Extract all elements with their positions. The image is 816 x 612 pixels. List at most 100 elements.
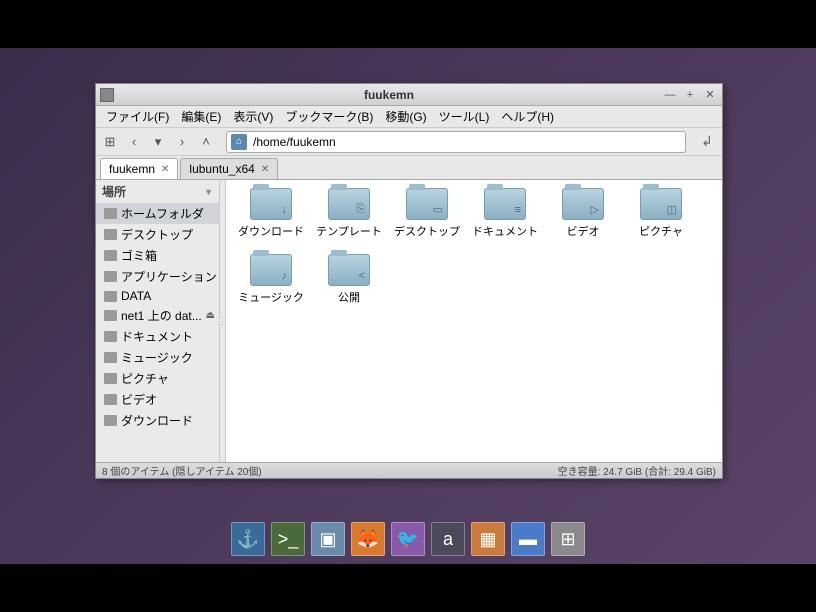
taskbar-abiword-icon[interactable]: a bbox=[431, 522, 465, 556]
folder-0[interactable]: ↓ ダウンロード bbox=[234, 188, 308, 250]
status-left: 8 個のアイテム (隠しアイテム 20個) bbox=[102, 463, 262, 478]
toolbar: ⊞ ‹ ▾ › ˄ ⌂ /home/fuukemn ↲ bbox=[96, 128, 722, 156]
folder-icon bbox=[104, 250, 117, 261]
titlebar[interactable]: fuukemn — + ✕ bbox=[96, 84, 722, 106]
sidebar-places-header[interactable]: 場所 ▼ bbox=[96, 180, 219, 203]
folder-glyph-icon: ≡ bbox=[515, 204, 521, 216]
folder-icon: ▭ bbox=[406, 188, 448, 220]
taskbar-calculator-icon[interactable]: ⊞ bbox=[551, 522, 585, 556]
folder-7[interactable]: < 公開 bbox=[312, 254, 386, 316]
sidebar-item-5[interactable]: net1 上の dat... ⏏ bbox=[96, 305, 219, 326]
sidebar: 場所 ▼ ホームフォルダデスクトップゴミ箱アプリケーション DATA net1 上の… bbox=[96, 180, 220, 462]
folder-glyph-icon: ♪ bbox=[282, 270, 288, 282]
sidebar-item-label: アプリケーション bbox=[121, 268, 217, 285]
sidebar-item-label: ビデオ bbox=[121, 391, 157, 408]
sidebar-item-10[interactable]: ダウンロード bbox=[96, 410, 219, 431]
new-tab-button[interactable]: ⊞ bbox=[100, 132, 120, 152]
menu-file[interactable]: ファイル(F) bbox=[100, 106, 175, 127]
folder-4[interactable]: ▷ビデオ bbox=[546, 188, 620, 250]
folder-glyph-icon: ↓ bbox=[282, 204, 288, 216]
folder-label: ビデオ bbox=[567, 223, 600, 239]
folder-icon bbox=[104, 394, 117, 405]
folder-icon: ♪ bbox=[250, 254, 292, 286]
folder-2[interactable]: ▭ デスクトップ bbox=[390, 188, 464, 250]
eject-icon[interactable]: ⏏ bbox=[206, 310, 215, 321]
taskbar-firefox-icon[interactable]: 🦊 bbox=[351, 522, 385, 556]
folder-icon: ≡ bbox=[484, 188, 526, 220]
tabs-bar: fuukemn ✕ lubuntu_x64 ✕ bbox=[96, 156, 722, 180]
folder-icon bbox=[104, 310, 117, 321]
folder-view[interactable]: ↓ ダウンロード ⎘テンプレート ▭ デスクトップ ≡ドキュメント▷ビデオ◫ピクチャ ♪ ミュ… bbox=[226, 180, 722, 462]
back-button[interactable]: ‹ bbox=[124, 132, 144, 152]
sidebar-item-9[interactable]: ビデオ bbox=[96, 389, 219, 410]
menu-bookmarks[interactable]: ブックマーク(B) bbox=[279, 106, 379, 127]
chevron-down-icon: ▼ bbox=[204, 187, 213, 197]
sidebar-item-2[interactable]: ゴミ箱 bbox=[96, 245, 219, 266]
up-button[interactable]: ˄ bbox=[196, 132, 216, 152]
path-bar[interactable]: ⌂ /home/fuukemn bbox=[226, 131, 686, 153]
tab-label: lubuntu_x64 bbox=[189, 162, 254, 176]
sidebar-item-8[interactable]: ピクチャ bbox=[96, 368, 219, 389]
menu-tools[interactable]: ツール(L) bbox=[433, 106, 496, 127]
sidebar-item-0[interactable]: ホームフォルダ bbox=[96, 203, 219, 224]
folder-icon bbox=[104, 352, 117, 363]
menu-view[interactable]: 表示(V) bbox=[227, 106, 279, 127]
statusbar: 8 個のアイテム (隠しアイテム 20個) 空き容量: 24.7 GiB (合計… bbox=[96, 462, 722, 478]
sidebar-item-1[interactable]: デスクトップ bbox=[96, 224, 219, 245]
taskbar-xterm-icon[interactable]: ▬ bbox=[511, 522, 545, 556]
folder-icon: ◫ bbox=[640, 188, 682, 220]
folder-icon: ↓ bbox=[250, 188, 292, 220]
sidebar-item-4[interactable]: DATA bbox=[96, 287, 219, 305]
sidebar-header-label: 場所 bbox=[102, 183, 126, 200]
go-button[interactable]: ↲ bbox=[696, 131, 718, 153]
sidebar-item-label: ドキュメント bbox=[121, 328, 193, 345]
tab-label: fuukemn bbox=[109, 162, 155, 176]
taskbar: ⚓>_▣🦊🐦a▦▬⊞ bbox=[225, 518, 591, 560]
menu-edit[interactable]: 編集(E) bbox=[175, 106, 227, 127]
sidebar-item-6[interactable]: ドキュメント bbox=[96, 326, 219, 347]
menu-go[interactable]: 移動(G) bbox=[379, 106, 432, 127]
tab-close-icon[interactable]: ✕ bbox=[261, 164, 269, 175]
minimize-button[interactable]: — bbox=[662, 87, 678, 103]
sidebar-item-7[interactable]: ミュージック bbox=[96, 347, 219, 368]
close-button[interactable]: ✕ bbox=[702, 87, 718, 103]
sidebar-item-label: ゴミ箱 bbox=[121, 247, 157, 264]
folder-label: ミュージック bbox=[238, 289, 304, 305]
file-manager-window: fuukemn — + ✕ ファイル(F) 編集(E) 表示(V) ブックマーク… bbox=[95, 83, 723, 479]
folder-label: デスクトップ bbox=[394, 223, 460, 239]
sidebar-item-label: デスクトップ bbox=[121, 226, 193, 243]
folder-glyph-icon: ▭ bbox=[433, 203, 443, 216]
folder-icon bbox=[104, 271, 117, 282]
taskbar-anchor-icon[interactable]: ⚓ bbox=[231, 522, 265, 556]
home-icon: ⌂ bbox=[231, 134, 247, 150]
sidebar-item-label: DATA bbox=[121, 289, 151, 303]
folder-1[interactable]: ⎘テンプレート bbox=[312, 188, 386, 250]
sidebar-item-label: net1 上の dat... bbox=[121, 307, 202, 324]
forward-button[interactable]: › bbox=[172, 132, 192, 152]
folder-6[interactable]: ♪ ミュージック bbox=[234, 254, 308, 316]
folder-icon bbox=[104, 331, 117, 342]
window-icon bbox=[100, 88, 114, 102]
taskbar-terminal-icon[interactable]: >_ bbox=[271, 522, 305, 556]
taskbar-pidgin-icon[interactable]: 🐦 bbox=[391, 522, 425, 556]
folder-3[interactable]: ≡ドキュメント bbox=[468, 188, 542, 250]
tab-close-icon[interactable]: ✕ bbox=[161, 164, 169, 175]
folder-glyph-icon: < bbox=[359, 270, 365, 282]
folder-glyph-icon: ◫ bbox=[667, 203, 677, 216]
taskbar-files-icon[interactable]: ▣ bbox=[311, 522, 345, 556]
history-dropdown[interactable]: ▾ bbox=[148, 132, 168, 152]
folder-label: 公開 bbox=[338, 289, 360, 305]
tab-0[interactable]: fuukemn ✕ bbox=[100, 158, 178, 179]
maximize-button[interactable]: + bbox=[682, 87, 698, 103]
taskbar-gnumeric-icon[interactable]: ▦ bbox=[471, 522, 505, 556]
tab-1[interactable]: lubuntu_x64 ✕ bbox=[180, 158, 278, 179]
sidebar-item-label: ミュージック bbox=[121, 349, 193, 366]
folder-icon bbox=[104, 415, 117, 426]
folder-label: ダウンロード bbox=[238, 223, 304, 239]
menu-help[interactable]: ヘルプ(H) bbox=[495, 106, 560, 127]
folder-icon bbox=[104, 291, 117, 302]
folder-glyph-icon: ⎘ bbox=[356, 203, 365, 216]
sidebar-item-3[interactable]: アプリケーション bbox=[96, 266, 219, 287]
folder-icon bbox=[104, 208, 117, 219]
folder-5[interactable]: ◫ピクチャ bbox=[624, 188, 698, 250]
